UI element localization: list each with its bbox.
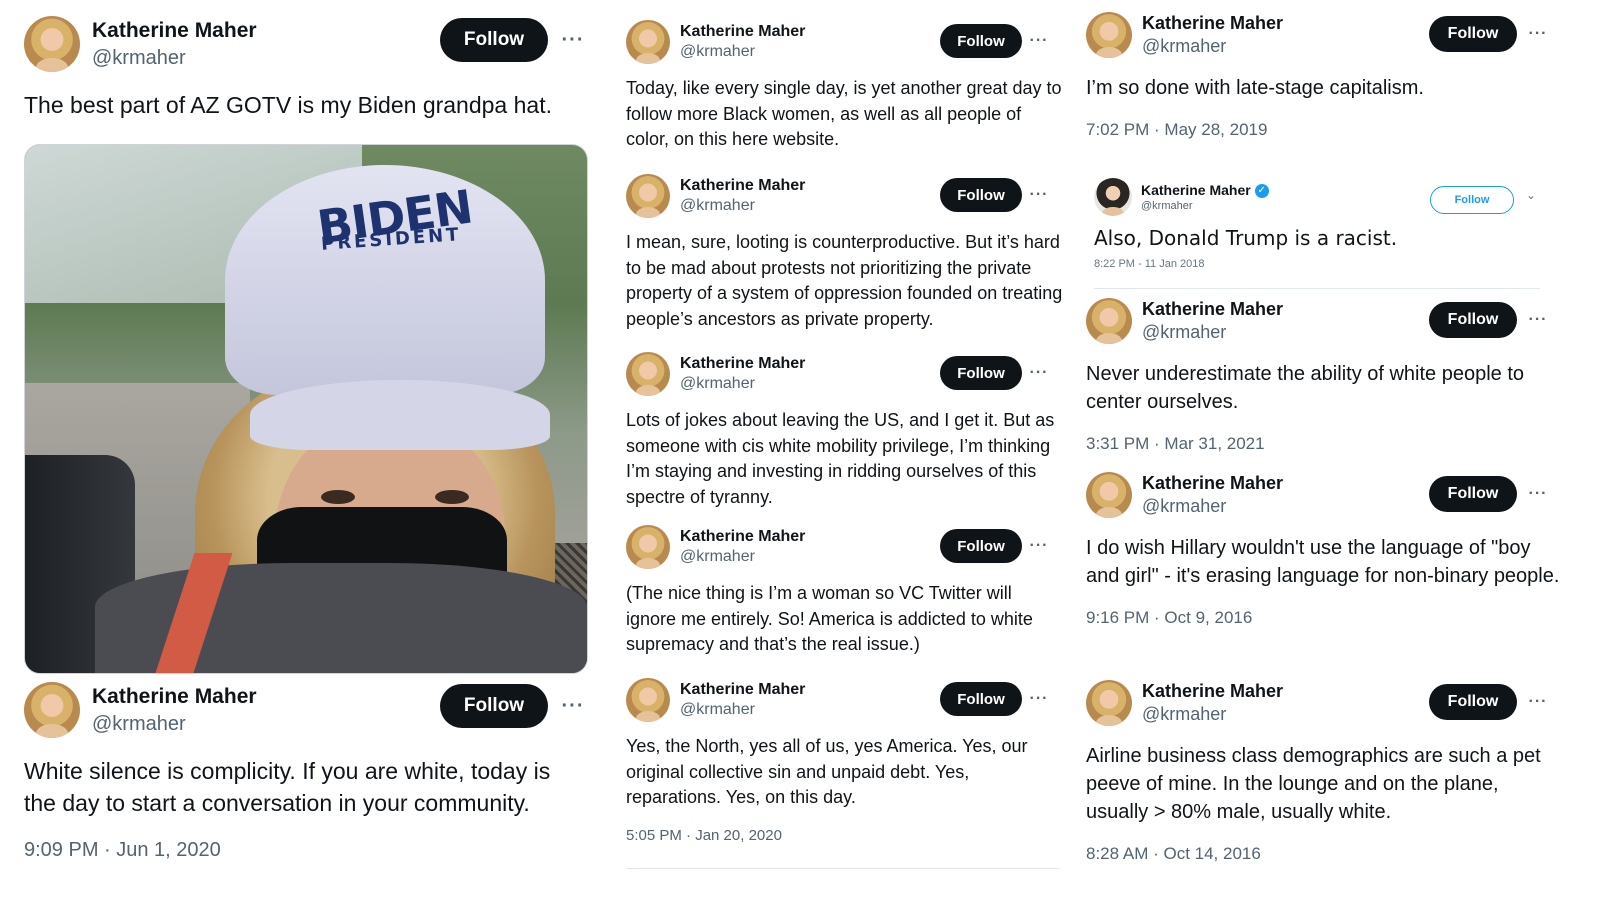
more-icon[interactable]: ···	[1520, 684, 1556, 720]
author-name[interactable]: Katherine Maher	[680, 681, 805, 699]
author-handle[interactable]: @krmaher	[92, 47, 257, 70]
follow-button[interactable]: Follow	[440, 684, 548, 728]
tweet-text: Lots of jokes about leaving the US, and …	[626, 410, 1055, 507]
author-name[interactable]: Katherine Maher	[680, 528, 805, 546]
tweet-card: Katherine Maher @krmaher Follow ··· I me…	[612, 174, 1080, 332]
avatar[interactable]	[1086, 472, 1132, 518]
follow-button[interactable]: Follow	[440, 18, 548, 62]
avatar[interactable]	[24, 682, 80, 738]
tweet-timestamp[interactable]: 3:31 PM · Mar 31, 2021	[1086, 434, 1600, 454]
tweet-column-1: Katherine Maher @krmaher Follow ··· The …	[0, 0, 612, 900]
avatar[interactable]	[1086, 298, 1132, 344]
tweet-column-2: Katherine Maher @krmaher Follow ··· Toda…	[612, 0, 1080, 900]
more-icon[interactable]: ···	[1520, 476, 1556, 512]
tweet-text: Never underestimate the ability of white…	[1086, 363, 1525, 413]
chevron-down-icon[interactable]: ⌄	[1526, 188, 1536, 202]
avatar[interactable]	[626, 20, 670, 64]
author-handle[interactable]: @krmaher	[680, 548, 805, 566]
author-name[interactable]: Katherine Maher	[1142, 13, 1283, 34]
more-icon[interactable]: ···	[1024, 178, 1054, 212]
tweet-card: Katherine Maher @krmaher Follow ··· Yes,…	[612, 678, 1080, 844]
tweet-text: Airline business class demographics are …	[1086, 745, 1541, 823]
author-handle[interactable]: @krmaher	[680, 375, 805, 393]
tweet-card: Katherine Maher @krmaher Follow ··· Whit…	[0, 682, 612, 862]
follow-button[interactable]: Follow	[940, 24, 1022, 58]
more-icon[interactable]: ···	[1024, 356, 1054, 390]
tweet-text: Also, Donald Trump is a racist.	[1094, 226, 1398, 250]
follow-button[interactable]: Follow	[1429, 684, 1517, 720]
avatar[interactable]	[1086, 12, 1132, 58]
author-handle[interactable]: @krmaher	[680, 43, 805, 61]
author-handle[interactable]: @krmaher	[1142, 322, 1283, 343]
more-icon[interactable]: ···	[1024, 24, 1054, 58]
tweet-text: The best part of AZ GOTV is my Biden gra…	[24, 92, 552, 118]
tweet-card: Katherine Maher @krmaher Follow ··· The …	[0, 16, 612, 122]
author-name[interactable]: Katherine Maher	[680, 177, 805, 195]
more-icon[interactable]: ···	[1024, 682, 1054, 716]
author-name[interactable]: Katherine Maher	[1142, 299, 1283, 320]
tweet-column-3: Katherine Maher @krmaher Follow ··· I’m …	[1080, 0, 1600, 900]
follow-button[interactable]: Follow	[940, 682, 1022, 716]
tweet-timestamp[interactable]: 5:05 PM · Jan 20, 2020	[626, 827, 1080, 844]
tweet-card: Katherine Maher @krmaher Follow ··· Neve…	[1080, 298, 1600, 454]
tweet-card: Katherine Maher @krmaher Follow ··· Lots…	[612, 352, 1080, 510]
follow-button[interactable]: Follow	[1430, 186, 1514, 214]
tweet-card: Katherine Maher @krmaher Follow ··· Toda…	[612, 20, 1080, 153]
tweet-timestamp[interactable]: 7:02 PM · May 28, 2019	[1086, 120, 1600, 140]
author-handle[interactable]: @krmaher	[680, 701, 805, 719]
tweet-card: Katherine Maher @krmaher Follow ··· (The…	[612, 525, 1080, 658]
tweet-card: Katherine Maher @krmaher Follow ··· I’m …	[1080, 12, 1600, 140]
author-handle[interactable]: @krmaher	[680, 197, 805, 215]
more-icon[interactable]: ···	[1024, 529, 1054, 563]
author-name[interactable]: Katherine Maher	[1142, 473, 1283, 494]
author-handle[interactable]: @krmaher	[1141, 200, 1269, 212]
follow-button[interactable]: Follow	[1429, 302, 1517, 338]
author-handle[interactable]: @krmaher	[1142, 496, 1283, 517]
author-name[interactable]: Katherine Maher	[680, 23, 805, 41]
avatar[interactable]	[626, 678, 670, 722]
avatar[interactable]	[626, 525, 670, 569]
avatar[interactable]	[24, 16, 80, 72]
divider	[626, 868, 1060, 869]
tweet-text: I mean, sure, looting is counterproducti…	[626, 232, 1063, 329]
follow-button[interactable]: Follow	[1429, 16, 1517, 52]
divider	[1094, 288, 1540, 289]
follow-button[interactable]: Follow	[940, 356, 1022, 390]
tweet-text: Yes, the North, yes all of us, yes Ameri…	[626, 736, 1028, 808]
tweet-timestamp[interactable]: 8:28 AM · Oct 14, 2016	[1086, 844, 1600, 864]
author-name[interactable]: Katherine Maher	[1142, 681, 1283, 702]
embedded-tweet-card: Katherine Maher ✓ @krmaher Follow ⌄ Also,…	[1080, 178, 1600, 270]
author-handle[interactable]: @krmaher	[1142, 36, 1283, 57]
author-name[interactable]: Katherine Maher	[1141, 182, 1251, 198]
tweet-timestamp[interactable]: 9:16 PM · Oct 9, 2016	[1086, 608, 1600, 628]
author-name-wrap[interactable]: Katherine Maher ✓	[1141, 182, 1269, 199]
tweet-text: I do wish Hillary wouldn't use the langu…	[1086, 537, 1560, 587]
tweet-text: I’m so done with late-stage capitalism.	[1086, 77, 1424, 99]
avatar[interactable]	[626, 174, 670, 218]
avatar[interactable]	[1086, 680, 1132, 726]
more-icon[interactable]: ···	[558, 684, 588, 728]
avatar[interactable]	[1094, 178, 1132, 216]
author-name[interactable]: Katherine Maher	[680, 355, 805, 373]
more-icon[interactable]: ···	[1520, 302, 1556, 338]
follow-button[interactable]: Follow	[940, 178, 1022, 212]
verified-badge-icon: ✓	[1254, 184, 1269, 199]
tweet-photo[interactable]: BIDEN PRESIDENT	[24, 144, 588, 674]
author-name[interactable]: Katherine Maher	[92, 19, 257, 43]
author-handle[interactable]: @krmaher	[1142, 704, 1283, 725]
more-icon[interactable]: ···	[1520, 16, 1556, 52]
author-handle[interactable]: @krmaher	[92, 713, 257, 736]
tweet-card: Katherine Maher @krmaher Follow ··· Airl…	[1080, 680, 1600, 864]
tweet-text: White silence is complicity. If you are …	[24, 758, 551, 816]
tweet-timestamp[interactable]: 8:22 PM - 11 Jan 2018	[1094, 258, 1600, 270]
follow-button[interactable]: Follow	[940, 529, 1022, 563]
follow-button[interactable]: Follow	[1429, 476, 1517, 512]
more-icon[interactable]: ···	[558, 18, 588, 62]
tweet-text: (The nice thing is I’m a woman so VC Twi…	[626, 583, 1033, 655]
tweet-card: Katherine Maher @krmaher Follow ··· I do…	[1080, 472, 1600, 628]
tweet-text: Today, like every single day, is yet ano…	[626, 78, 1062, 150]
avatar[interactable]	[626, 352, 670, 396]
author-name[interactable]: Katherine Maher	[92, 685, 257, 709]
tweet-timestamp[interactable]: 9:09 PM · Jun 1, 2020	[24, 839, 612, 862]
